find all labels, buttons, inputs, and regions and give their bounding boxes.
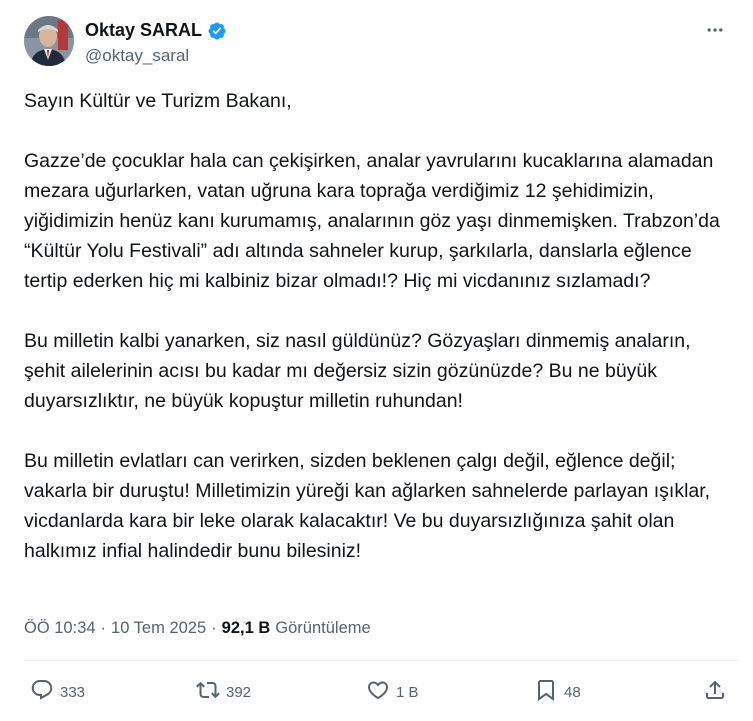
repost-icon	[196, 678, 220, 706]
divider	[24, 660, 739, 661]
like-button[interactable]: 1 B	[366, 678, 419, 706]
views-count: 92,1 B	[221, 619, 271, 637]
reply-icon	[30, 678, 54, 706]
like-icon	[366, 678, 390, 706]
more-icon	[705, 20, 725, 45]
tweet-paragraph: Bu milletin kalbi yanarken, siz nasıl gü…	[24, 330, 691, 412]
tweet-paragraph: Gazze’de çocuklar hala can çekişirken, a…	[24, 150, 720, 292]
author-name-row: Oktay SARAL	[85, 20, 227, 41]
author-handle[interactable]: @oktay_saral	[85, 46, 189, 66]
views-label: Görüntüleme	[275, 619, 371, 637]
tweet-meta: ÖÖ 10:34 · 10 Tem 2025 · 92,1 B Görüntül…	[24, 619, 371, 638]
bookmark-button[interactable]: 48	[534, 678, 581, 706]
reply-button[interactable]: 333	[30, 678, 85, 706]
share-icon	[703, 678, 727, 706]
tweet-paragraph: Bu milletin evlatları can verirken, sizd…	[24, 450, 711, 562]
meta-separator: ·	[211, 619, 217, 637]
bookmark-count: 48	[564, 683, 581, 701]
more-options-button[interactable]	[701, 18, 729, 46]
tweet-header: Oktay SARAL @oktay_saral	[24, 16, 737, 72]
action-bar: 333 392 1 B 48	[0, 674, 753, 714]
author-name[interactable]: Oktay SARAL	[85, 20, 202, 41]
meta-separator: ·	[100, 619, 107, 637]
like-count: 1 B	[396, 683, 419, 701]
reply-count: 333	[60, 683, 86, 701]
tweet-time[interactable]: ÖÖ 10:34	[24, 619, 96, 638]
bookmark-icon	[534, 678, 558, 706]
tweet-date[interactable]: 10 Tem 2025	[111, 619, 206, 638]
tweet-paragraph: Sayın Kültür ve Turizm Bakanı,	[24, 90, 292, 112]
avatar[interactable]	[24, 16, 74, 66]
share-button[interactable]	[703, 678, 727, 706]
verified-badge-icon	[207, 21, 227, 41]
repost-count: 392	[226, 683, 252, 701]
tweet-text: Sayın Kültür ve Turizm Bakanı, Gazze’de …	[24, 86, 724, 566]
repost-button[interactable]: 392	[196, 678, 251, 706]
